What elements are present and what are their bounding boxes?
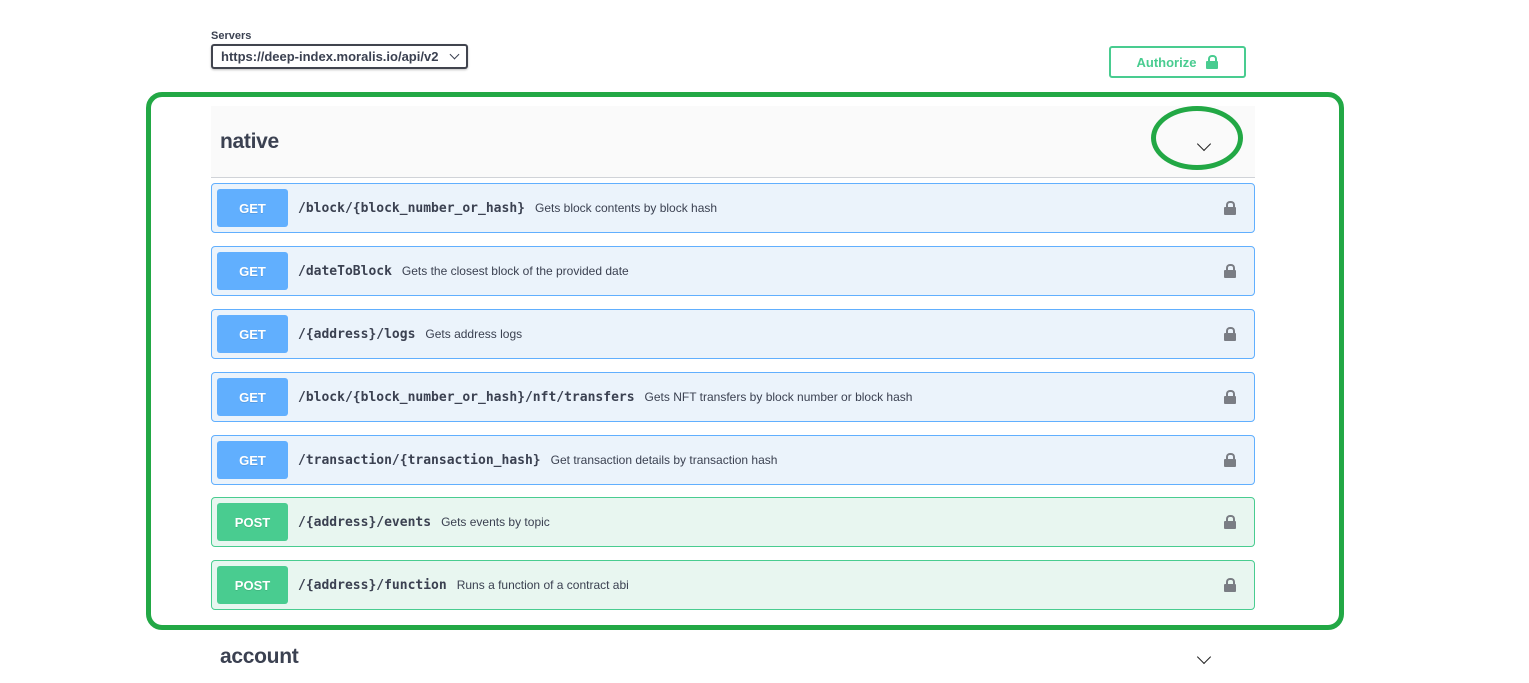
operation-path: /transaction/{transaction_hash} [298, 452, 541, 468]
method-badge: GET [217, 378, 288, 416]
operation-path: /{address}/events [298, 514, 432, 530]
operation-summary: Gets the closest block of the provided d… [401, 264, 629, 278]
operation-path: /block/{block_number_or_hash}/nft/transf… [298, 389, 635, 405]
operation-summary: Gets events by topic [441, 515, 550, 529]
method-badge: POST [217, 503, 288, 541]
operation-row[interactable]: GET /block/{block_number_or_hash}/nft/tr… [211, 372, 1255, 422]
lock-icon[interactable] [1224, 453, 1236, 467]
operation-path: /block/{block_number_or_hash} [298, 200, 525, 216]
operation-summary: Gets address logs [425, 327, 523, 341]
authorize-label: Authorize [1136, 54, 1197, 70]
authorize-button[interactable]: Authorize [1109, 46, 1246, 78]
server-select[interactable]: https://deep-index.moralis.io/api/v2 [211, 44, 468, 69]
operation-row[interactable]: GET /dateToBlock Gets the closest block … [211, 246, 1255, 296]
operation-row[interactable]: POST /{address}/function Runs a function… [211, 560, 1255, 610]
lock-icon [1206, 55, 1219, 69]
operation-path: /{address}/logs [298, 326, 416, 342]
lock-icon[interactable] [1224, 264, 1236, 278]
operation-row[interactable]: GET /transaction/{transaction_hash} Get … [211, 435, 1255, 485]
method-badge: GET [217, 315, 288, 353]
servers-section: Servers https://deep-index.moralis.io/ap… [211, 30, 468, 69]
operation-row[interactable]: GET /block/{block_number_or_hash} Gets b… [211, 183, 1255, 233]
chevron-down-icon [449, 49, 460, 60]
chevron-down-icon[interactable] [1196, 649, 1212, 667]
operation-row[interactable]: GET /{address}/logs Gets address logs [211, 309, 1255, 359]
chevron-down-icon[interactable] [1196, 136, 1212, 154]
operation-summary: Get transaction details by transaction h… [550, 453, 778, 467]
operation-row[interactable]: POST /{address}/events Gets events by to… [211, 497, 1255, 547]
operation-summary: Runs a function of a contract abi [456, 578, 629, 592]
tag-header-native[interactable]: native [211, 106, 1255, 178]
lock-icon[interactable] [1224, 578, 1236, 592]
tag-title: native [220, 129, 279, 153]
method-badge: GET [217, 252, 288, 290]
method-badge: POST [217, 566, 288, 604]
lock-icon[interactable] [1224, 201, 1236, 215]
operation-path: /dateToBlock [298, 263, 392, 279]
lock-icon[interactable] [1224, 390, 1236, 404]
tag-title-account[interactable]: account [220, 645, 299, 669]
lock-icon[interactable] [1224, 515, 1236, 529]
server-select-value: https://deep-index.moralis.io/api/v2 [221, 49, 439, 64]
operation-path: /{address}/function [298, 577, 447, 593]
servers-label: Servers [211, 30, 252, 42]
operation-summary: Gets NFT transfers by block number or bl… [644, 390, 913, 404]
lock-icon[interactable] [1224, 327, 1236, 341]
method-badge: GET [217, 441, 288, 479]
operation-summary: Gets block contents by block hash [534, 201, 718, 215]
method-badge: GET [217, 189, 288, 227]
